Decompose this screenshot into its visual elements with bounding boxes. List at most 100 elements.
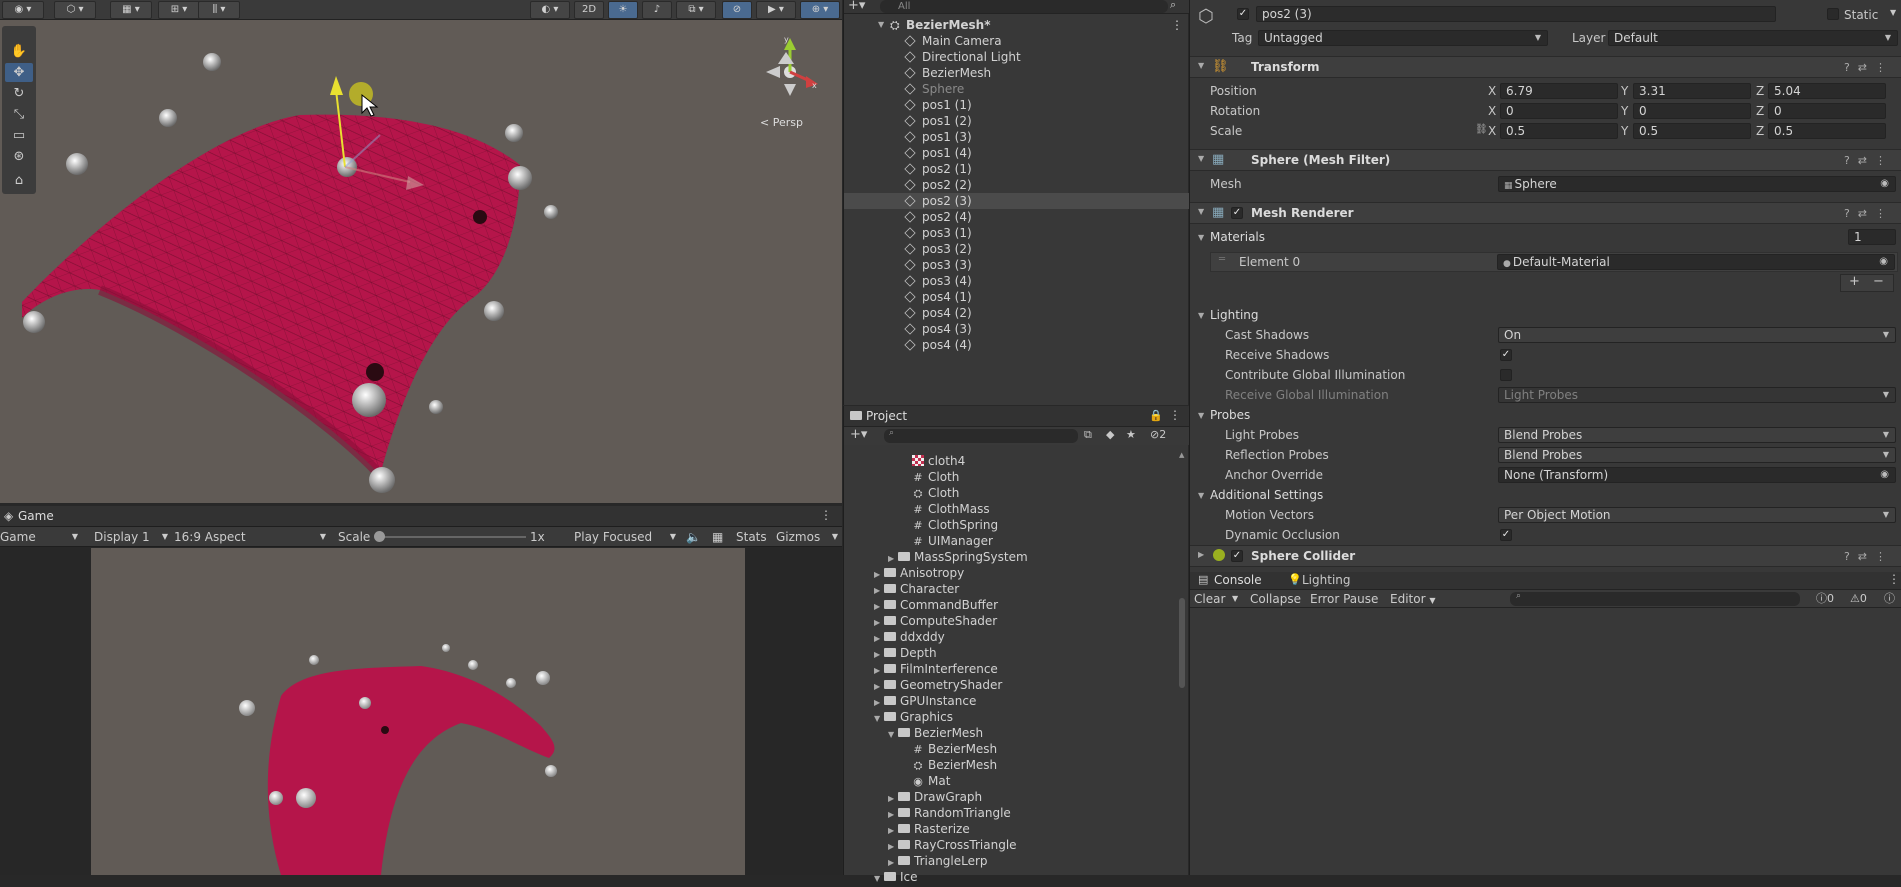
chevron-down-icon[interactable]: ▼: [1198, 61, 1204, 70]
rotation-axis-y-label[interactable]: Y: [1621, 103, 1628, 119]
error-pause-button[interactable]: Error Pause: [1310, 591, 1378, 607]
component-header-icons[interactable]: ?⇄⋮: [1844, 550, 1894, 563]
clear-button[interactable]: Clear: [1194, 591, 1225, 607]
more-options-icon[interactable]: ⋮: [1169, 408, 1181, 422]
tab-project[interactable]: Project: [866, 409, 907, 423]
project-item[interactable]: ▶ RayCrossTriangle: [888, 837, 1017, 853]
material-field[interactable]: ● Default-Material ◉: [1497, 254, 1895, 270]
orientation-gizmo[interactable]: y x: [766, 35, 818, 96]
hierarchy-item[interactable]: pos4 (3): [844, 321, 1189, 337]
scale-axis-x-label[interactable]: X: [1488, 123, 1496, 139]
rotation-axis-z-label[interactable]: Z: [1756, 103, 1764, 119]
project-item[interactable]: ▶ Rasterize: [888, 821, 970, 837]
project-item[interactable]: ⛭ Cloth: [902, 485, 960, 501]
project-item[interactable]: ▶ TriangleLerp: [888, 853, 988, 869]
hierarchy-item[interactable]: pos3 (2): [844, 241, 1189, 257]
hand-tool-icon[interactable]: ✋: [5, 42, 33, 61]
console-search-input[interactable]: ⌕: [1510, 591, 1800, 606]
component-header-icons[interactable]: ?⇄⋮: [1844, 207, 1894, 220]
remove-material-button[interactable]: −: [1873, 274, 1884, 289]
static-checkbox[interactable]: [1827, 8, 1839, 20]
lighting-toggle-icon[interactable]: ☀: [608, 1, 638, 19]
layer-dropdown[interactable]: Default ▼: [1608, 30, 1898, 46]
position-y-field[interactable]: 3.31: [1633, 83, 1751, 99]
project-item[interactable]: cloth4: [902, 453, 965, 469]
project-item[interactable]: ▼ Graphics: [874, 709, 953, 725]
effects-dropdown[interactable]: ⧉ ▾: [676, 1, 716, 19]
chevron-down-icon[interactable]: ▼: [874, 711, 884, 727]
clear-options-dropdown[interactable]: ▼: [1232, 591, 1238, 607]
hierarchy-item[interactable]: pos4 (1): [844, 289, 1189, 305]
object-picker-icon[interactable]: ◉: [1880, 468, 1889, 482]
active-checkbox[interactable]: ✓: [1237, 8, 1249, 20]
hierarchy-item[interactable]: pos2 (1): [844, 161, 1189, 177]
chevron-right-icon[interactable]: ▶: [1198, 550, 1204, 559]
project-item[interactable]: # ClothSpring: [902, 517, 998, 533]
anchor-override-field[interactable]: None (Transform) ◉: [1498, 467, 1896, 483]
hierarchy-scene-root[interactable]: ▼ ⛭ BezierMesh* ⋮: [844, 17, 1189, 33]
shortcuts-icon[interactable]: ▦: [712, 529, 723, 545]
custom-tool-icon[interactable]: ⌂: [5, 171, 33, 190]
static-dropdown-icon[interactable]: ▼: [1890, 8, 1896, 17]
camera-dropdown[interactable]: ▶ ▾: [756, 1, 796, 19]
project-item[interactable]: ▼ Ice: [874, 869, 918, 885]
chevron-down-icon[interactable]: ▼: [878, 17, 884, 33]
scene-view[interactable]: y x ◉ ▾ ⬡ ▾ ▦ ▾ ⊞ ▾ ⫼ ▾ ◐ ▾ 2D ☀ ♪ ⧉ ▾ ⊘…: [0, 0, 842, 503]
hierarchy-item[interactable]: pos1 (2): [844, 113, 1189, 129]
draw-mode-dropdown[interactable]: ◉ ▾: [2, 1, 44, 19]
add-material-button[interactable]: +: [1849, 274, 1860, 289]
add-object-icon[interactable]: +▾: [848, 0, 865, 13]
hierarchy-item[interactable]: pos3 (3): [844, 257, 1189, 273]
grid-snap-icon[interactable]: ▦ ▾: [110, 1, 152, 19]
hierarchy-item[interactable]: pos1 (3): [844, 129, 1189, 145]
hierarchy-item[interactable]: pos4 (4): [844, 337, 1189, 353]
position-z-field[interactable]: 5.04: [1768, 83, 1886, 99]
game-view-render[interactable]: [91, 548, 745, 875]
additional-settings-label[interactable]: Additional Settings: [1210, 487, 1323, 503]
transform-header[interactable]: ▼ ⛓ Transform ?⇄⋮: [1190, 56, 1901, 78]
mesh-filter-header[interactable]: ▼ ▦ Sphere (Mesh Filter) ?⇄⋮: [1190, 149, 1901, 171]
project-item[interactable]: ⛭ BezierMesh: [902, 757, 998, 773]
project-item[interactable]: # BezierMesh: [902, 741, 997, 757]
display-mode-dropdown[interactable]: Game ▼: [0, 529, 80, 545]
mesh-renderer-enabled-checkbox[interactable]: ✓: [1231, 207, 1243, 219]
position-axis-x-label[interactable]: X: [1488, 83, 1496, 99]
info-count-toggle[interactable]: ⓘ0: [1816, 591, 1834, 607]
light-probes-dropdown[interactable]: Blend Probes ▼: [1498, 427, 1896, 443]
create-asset-icon[interactable]: +▾: [850, 427, 867, 442]
project-scrollbar[interactable]: ▲: [1178, 451, 1186, 873]
hierarchy-item[interactable]: pos4 (2): [844, 305, 1189, 321]
tab-lighting[interactable]: Lighting: [1302, 573, 1351, 587]
lock-icon[interactable]: 🔒: [1149, 409, 1163, 422]
search-by-label-icon[interactable]: ◆: [1106, 428, 1114, 441]
chevron-down-icon[interactable]: ▼: [888, 727, 898, 743]
rotation-z-field[interactable]: 0: [1768, 103, 1886, 119]
chevron-down-icon[interactable]: ▼: [1198, 491, 1204, 500]
chevron-down-icon[interactable]: ▼: [874, 871, 884, 887]
mesh-renderer-header[interactable]: ▼ ▦ ✓ Mesh Renderer ?⇄⋮: [1190, 202, 1901, 224]
object-picker-icon[interactable]: ◉: [1879, 255, 1888, 269]
chevron-down-icon[interactable]: ▼: [1198, 311, 1204, 320]
project-item[interactable]: ▼ BezierMesh: [888, 725, 983, 741]
rotation-y-field[interactable]: 0: [1633, 103, 1751, 119]
shading-mode-dropdown[interactable]: ◐ ▾: [530, 1, 570, 19]
move-tool-icon[interactable]: ✥: [5, 63, 33, 82]
warning-count-toggle[interactable]: ⚠0: [1850, 591, 1867, 607]
tab-console[interactable]: Console: [1214, 573, 1262, 587]
search-options-icon[interactable]: ⌕: [1170, 0, 1176, 12]
object-picker-icon[interactable]: ◉: [1880, 177, 1889, 191]
gizmos-dropdown-game[interactable]: Gizmos ▼: [776, 529, 838, 545]
hierarchy-item[interactable]: pos1 (4): [844, 145, 1189, 161]
tab-game[interactable]: Game: [18, 509, 54, 523]
project-item[interactable]: ▶ ddxddy: [874, 629, 945, 645]
audio-toggle-icon[interactable]: ♪: [642, 1, 672, 19]
chevron-down-icon[interactable]: ▼: [1198, 233, 1204, 242]
scene-menu-icon[interactable]: ⋮: [1171, 17, 1183, 33]
scale-tool-icon[interactable]: ⤡: [5, 105, 33, 124]
hierarchy-item[interactable]: Main Camera: [844, 33, 1189, 49]
align-tools-icon[interactable]: ⫼ ▾: [198, 1, 240, 19]
project-item[interactable]: ▶ RandomTriangle: [888, 805, 1011, 821]
contribute-gi-checkbox[interactable]: [1500, 369, 1512, 381]
search-by-type-icon[interactable]: ⧉: [1084, 428, 1092, 442]
project-item[interactable]: ▶ MassSpringSystem: [888, 549, 1028, 565]
